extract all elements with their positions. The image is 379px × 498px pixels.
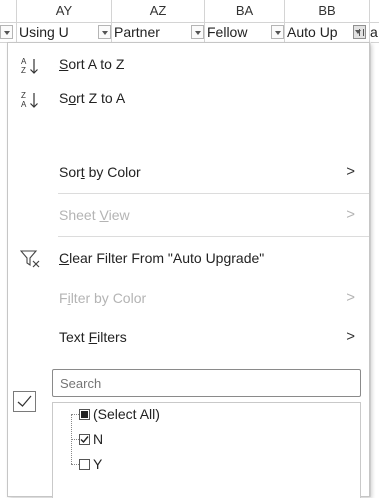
- submenu-arrow-icon: >: [346, 163, 355, 180]
- filter-dropdown-button[interactable]: [191, 25, 204, 39]
- filter-cell-auto-upgrade: Auto Up: [285, 23, 370, 42]
- filter-header-partner: Partner: [114, 24, 160, 40]
- filter-header-auto-upgrade: Auto Up: [287, 24, 338, 40]
- grid-line: [370, 42, 371, 497]
- column-header-partial-right[interactable]: [370, 0, 379, 22]
- column-header-bb[interactable]: BB: [285, 0, 370, 22]
- menu-item-label: Text Filters: [59, 329, 127, 345]
- value-label-select-all: (Select All): [93, 406, 160, 422]
- filter-dropdown-button[interactable]: [98, 25, 111, 39]
- tree-connector: [71, 439, 79, 440]
- column-header-row: AY AZ BA BB: [0, 0, 379, 23]
- value-checkbox-y[interactable]: [79, 459, 90, 470]
- filter-cell-partial-right: a: [370, 23, 379, 42]
- filter-header-row: Using U Partner Fellow Auto Up a: [0, 23, 379, 43]
- svg-text:Z: Z: [21, 91, 26, 100]
- value-label-y: Y: [93, 456, 103, 472]
- menu-item-label: Sort A to Z: [59, 56, 125, 72]
- column-header-ba[interactable]: BA: [205, 0, 285, 22]
- menu-item-sort-by-color[interactable]: Sort by Color >: [8, 157, 369, 187]
- filter-cell-fellow: Fellow: [205, 23, 285, 42]
- menu-separator: [58, 236, 369, 237]
- search-input[interactable]: [52, 369, 361, 397]
- filter-header-partial: a: [370, 24, 378, 40]
- select-all-checkbox[interactable]: [79, 409, 90, 420]
- tree-connector: [71, 464, 79, 465]
- menu-item-label: Clear Filter From "Auto Upgrade": [59, 250, 265, 266]
- menu-item-sort-a-to-z[interactable]: A Z Sort A to Z: [8, 49, 369, 79]
- svg-text:A: A: [21, 57, 27, 66]
- submenu-arrow-icon: >: [346, 206, 355, 223]
- menu-item-sheet-view: Sheet View >: [8, 200, 369, 230]
- value-label-n: N: [93, 431, 104, 447]
- filter-cell-using: Using U: [17, 23, 112, 42]
- menu-item-text-filters[interactable]: Text Filters >: [8, 322, 369, 352]
- menu-item-label: Sort by Color: [59, 164, 141, 180]
- menu-item-label: Sort Z to A: [59, 90, 126, 106]
- menu-separator: [58, 193, 369, 194]
- clear-filter-icon: [19, 249, 42, 268]
- submenu-arrow-icon: >: [346, 289, 355, 306]
- filter-cell-partial: [0, 23, 17, 42]
- filter-header-using: Using U: [19, 24, 69, 40]
- filter-menu: A Z Sort A to Z Z A Sort Z to A Sort by …: [7, 42, 370, 498]
- column-header-ay[interactable]: AY: [17, 0, 112, 22]
- menu-item-label: Sheet View: [59, 207, 130, 223]
- menu-item-sort-z-to-a[interactable]: Z A Sort Z to A: [8, 83, 369, 113]
- value-checkbox-n[interactable]: [79, 434, 90, 445]
- filter-cell-partner: Partner: [112, 23, 205, 42]
- sort-ascending-icon: A Z: [20, 56, 42, 75]
- active-filter-button[interactable]: [353, 25, 366, 39]
- tree-connector: [71, 414, 79, 415]
- menu-item-clear-filter[interactable]: Clear Filter From "Auto Upgrade": [8, 243, 369, 273]
- filter-dropdown-button[interactable]: [271, 25, 284, 39]
- column-header-az[interactable]: AZ: [112, 0, 205, 22]
- checkmark-icon[interactable]: [13, 391, 36, 412]
- svg-text:Z: Z: [21, 66, 26, 75]
- sort-descending-icon: Z A: [20, 90, 42, 109]
- column-header-partial[interactable]: [0, 0, 17, 22]
- filter-header-fellow: Fellow: [207, 24, 248, 40]
- menu-item-filter-by-color: Filter by Color >: [8, 283, 369, 313]
- submenu-arrow-icon: >: [346, 328, 355, 345]
- svg-text:A: A: [21, 100, 27, 109]
- filter-dropdown-button[interactable]: [0, 25, 13, 39]
- menu-item-label: Filter by Color: [59, 290, 147, 306]
- filter-values-list: (Select All) N Y: [52, 402, 361, 498]
